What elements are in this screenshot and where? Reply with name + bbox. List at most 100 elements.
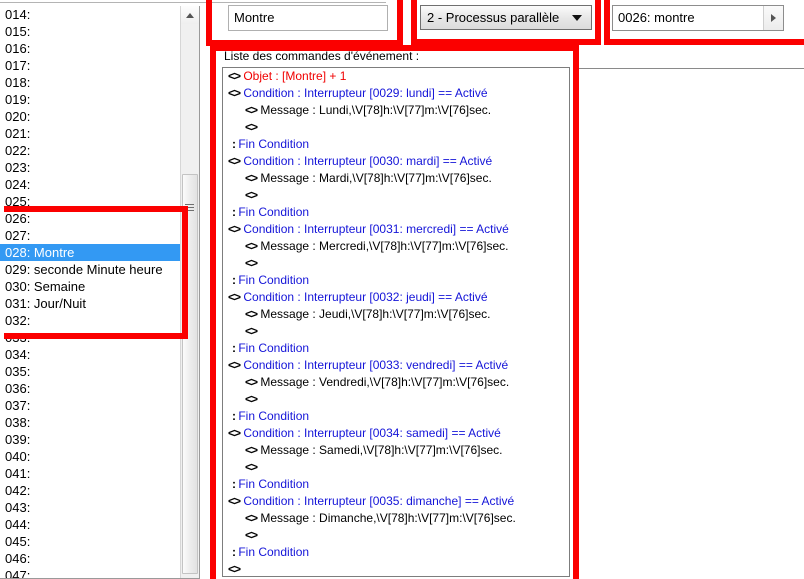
diamond-marker-icon: <> [228,222,241,236]
event-list-item[interactable]: 034: [0,346,181,363]
command-list[interactable]: <> Objet : [Montre] + 1 <> Condition : In… [222,67,570,577]
command-row[interactable]: <> Message : Mercredi,\V[78]h:\V[77]m:\V… [223,238,569,255]
diamond-marker-icon: <> [245,103,258,117]
right-panel-divider [574,68,804,69]
command-text: Fin Condition [235,205,310,219]
command-text: Condition : Interrupteur [0030: mardi] =… [240,154,493,168]
command-row[interactable]: <> Message : Dimanche,\V[78]h:\V[77]m:\V… [223,510,569,527]
event-list-item[interactable]: 042: [0,482,181,499]
diamond-marker-icon: <> [228,154,241,168]
trigger-dropdown-label: 2 - Processus parallèle [427,10,560,25]
command-row[interactable]: <> [223,391,569,408]
event-list-item[interactable]: 033: [0,329,181,346]
command-row[interactable]: : Fin Condition [223,340,569,357]
command-row[interactable]: <> Condition : Interrupteur [0029: lundi… [223,85,569,102]
command-text: Message : Mardi,\V[78]h:\V[77]m:\V[76]se… [257,171,492,185]
command-row[interactable]: : Fin Condition [223,204,569,221]
scrollbar-thumb[interactable] [182,174,198,574]
command-row[interactable]: : Fin Condition [223,476,569,493]
command-row[interactable]: <> Condition : Interrupteur [0031: mercr… [223,221,569,238]
event-list-item[interactable]: 047: [0,567,181,578]
command-text: Message : Lundi,\V[78]h:\V[77]m:\V[76]se… [257,103,492,117]
command-row[interactable]: <> Condition : Interrupteur [0030: mardi… [223,153,569,170]
command-text: Message : Dimanche,\V[78]h:\V[77]m:\V[76… [257,511,516,525]
event-list-item[interactable]: 019: [0,91,181,108]
command-text: Condition : Interrupteur [0034: samedi] … [240,426,501,440]
event-list-item[interactable]: 044: [0,516,181,533]
diamond-marker-icon: <> [245,511,258,525]
command-row[interactable]: <> [223,561,569,576]
diamond-marker-icon: <> [245,307,258,321]
command-row[interactable]: <> [223,255,569,272]
command-row[interactable]: <> Condition : Interrupteur [0035: diman… [223,493,569,510]
diamond-marker-icon: <> [245,375,258,389]
command-text: Fin Condition [235,273,310,287]
event-list-item[interactable]: 016: [0,40,181,57]
event-list-item[interactable]: 039: [0,431,181,448]
event-list-item[interactable]: 032: [0,312,181,329]
command-row[interactable]: <> [223,119,569,136]
scrollbar-grip-icon [185,204,194,211]
diamond-marker-icon: <> [228,562,241,576]
switch-field[interactable]: 0026: montre [612,5,784,31]
command-row[interactable]: <> Condition : Interrupteur [0033: vendr… [223,357,569,374]
event-list-panel[interactable]: 014: 015: 016: 017: 018: 019: 020: 021: 022: 023:… [0,6,200,579]
diamond-marker-icon: <> [245,120,258,134]
command-row[interactable]: <> [223,187,569,204]
scroll-up-arrow-icon[interactable] [181,6,199,24]
event-list-item[interactable]: 030: Semaine [0,278,181,295]
event-list-item[interactable]: 022: [0,142,181,159]
command-text: Fin Condition [235,137,310,151]
command-row[interactable]: : Fin Condition [223,272,569,289]
switch-browse-button[interactable] [763,6,783,30]
command-text: Condition : Interrupteur [0033: vendredi… [240,358,509,372]
event-list-item[interactable]: 045: [0,533,181,550]
command-row[interactable]: <> [223,323,569,340]
command-row[interactable]: : Fin Condition [223,544,569,561]
event-list-item[interactable]: 020: [0,108,181,125]
event-list-item[interactable]: 017: [0,57,181,74]
command-row[interactable]: <> Condition : Interrupteur [0034: samed… [223,425,569,442]
event-list-item[interactable]: 036: [0,380,181,397]
diamond-marker-icon: <> [228,494,241,508]
command-row[interactable]: <> Message : Mardi,\V[78]h:\V[77]m:\V[76… [223,170,569,187]
command-row[interactable]: <> [223,527,569,544]
command-text: Condition : Interrupteur [0032: jeudi] =… [240,290,488,304]
event-list-item[interactable]: 038: [0,414,181,431]
event-list-item[interactable]: 024: [0,176,181,193]
event-name-field[interactable]: Montre [228,5,388,31]
event-list-item[interactable]: 043: [0,499,181,516]
command-row[interactable]: : Fin Condition [223,408,569,425]
diamond-marker-icon: <> [245,443,258,457]
event-list-item[interactable]: 037: [0,397,181,414]
event-list-item[interactable]: 014: [0,6,181,23]
event-list-item[interactable]: 031: Jour/Nuit [0,295,181,312]
command-row[interactable]: : Fin Condition [223,136,569,153]
event-list-rows[interactable]: 014: 015: 016: 017: 018: 019: 020: 021: 022: 023:… [0,6,181,578]
command-row[interactable]: <> Message : Lundi,\V[78]h:\V[77]m:\V[76… [223,102,569,119]
event-list-item[interactable]: 027: [0,227,181,244]
trigger-dropdown[interactable]: 2 - Processus parallèle [420,5,592,30]
event-list-item[interactable]: 046: [0,550,181,567]
event-list-item[interactable]: 040: [0,448,181,465]
event-list-item[interactable]: 041: [0,465,181,482]
event-list-item[interactable]: 026: [0,210,181,227]
event-list-item[interactable]: 035: [0,363,181,380]
event-list-item[interactable]: 025: [0,193,181,210]
event-list-item[interactable]: 029: seconde Minute heure [0,261,181,278]
command-row[interactable]: <> [223,459,569,476]
event-list-scrollbar[interactable] [180,6,199,578]
command-row[interactable]: <> Message : Jeudi,\V[78]h:\V[77]m:\V[76… [223,306,569,323]
command-row[interactable]: <> Message : Vendredi,\V[78]h:\V[77]m:\V… [223,374,569,391]
event-list-item[interactable]: 018: [0,74,181,91]
command-text: Objet : [Montre] + 1 [240,69,347,83]
event-list-item[interactable]: 021: [0,125,181,142]
diamond-marker-icon: <> [245,171,258,185]
command-row[interactable]: <> Condition : Interrupteur [0032: jeudi… [223,289,569,306]
event-list-item[interactable]: 023: [0,159,181,176]
event-list-item[interactable]: 015: [0,23,181,40]
command-row[interactable]: <> Message : Samedi,\V[78]h:\V[77]m:\V[7… [223,442,569,459]
event-list-item[interactable]: 028: Montre [0,244,181,261]
diamond-marker-icon: <> [228,69,241,83]
command-row[interactable]: <> Objet : [Montre] + 1 [223,68,569,85]
